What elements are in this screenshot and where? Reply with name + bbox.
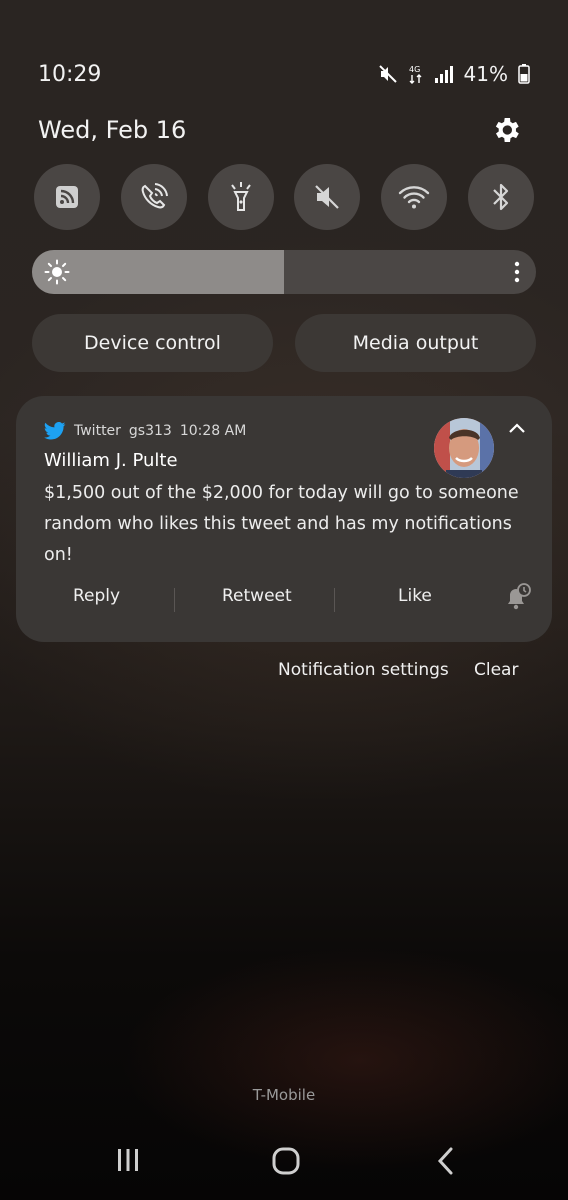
wifi-calling-icon	[141, 183, 168, 209]
notification-header: Twitter gs313 10:28 AM	[44, 422, 246, 440]
flashlight-toggle[interactable]	[207, 164, 274, 230]
action-divider	[334, 588, 335, 612]
back-icon[interactable]	[434, 1146, 458, 1176]
notification-settings-link[interactable]: Notification settings	[278, 660, 449, 680]
avatar	[434, 418, 494, 478]
bluetooth-toggle[interactable]	[467, 164, 534, 230]
action-divider	[174, 588, 175, 612]
wifi-calling-toggle[interactable]	[120, 164, 187, 230]
date-label: Wed, Feb 16	[38, 116, 187, 144]
media-output-button[interactable]: Media output	[295, 314, 536, 372]
chevron-up-icon[interactable]	[508, 422, 526, 434]
wifi-icon	[398, 186, 430, 209]
notification-account: gs313	[128, 423, 172, 439]
more-options-icon[interactable]	[514, 261, 520, 283]
twitter-bird-icon	[44, 422, 66, 440]
mute-toggle[interactable]	[294, 164, 361, 230]
svg-text:4G: 4G	[409, 65, 420, 74]
signal-icon	[434, 66, 453, 83]
twitter-notification[interactable]: Twitter gs313 10:28 AM William J. Pulte …	[16, 396, 552, 642]
recent-apps-icon[interactable]	[114, 1146, 142, 1174]
reply-button[interactable]: Reply	[73, 586, 120, 606]
battery-icon	[518, 64, 530, 84]
notification-time: 10:28 AM	[179, 423, 247, 439]
home-icon[interactable]	[271, 1146, 301, 1176]
rss-icon	[56, 186, 78, 208]
network-type-icon: 4G	[409, 65, 422, 84]
status-icons: 4G 41%	[378, 62, 530, 86]
notification-app-name: Twitter	[74, 423, 121, 439]
mute-status-icon	[378, 65, 397, 83]
snooze-bell-icon[interactable]	[502, 582, 532, 612]
brightness-slider[interactable]	[32, 250, 536, 294]
retweet-button[interactable]: Retweet	[222, 586, 292, 606]
sun-icon	[44, 259, 70, 285]
gear-icon[interactable]	[490, 114, 522, 146]
like-button[interactable]: Like	[398, 586, 432, 606]
bluetooth-icon	[493, 183, 509, 211]
rss-toggle[interactable]	[34, 164, 100, 230]
quick-toggles	[34, 164, 534, 230]
carrier-label: T-Mobile	[252, 1086, 316, 1104]
mute-icon	[315, 185, 340, 209]
notification-actions: Reply Retweet Like	[16, 582, 552, 618]
battery-percent: 41%	[463, 62, 508, 86]
device-control-button[interactable]: Device control	[32, 314, 273, 372]
clear-button[interactable]: Clear	[474, 660, 518, 680]
notification-title: William J. Pulte	[44, 450, 178, 471]
wifi-toggle[interactable]	[381, 164, 448, 230]
flashlight-icon	[230, 182, 251, 211]
notification-body: $1,500 out of the $2,000 for today will …	[44, 483, 519, 565]
status-time: 10:29	[38, 62, 102, 87]
